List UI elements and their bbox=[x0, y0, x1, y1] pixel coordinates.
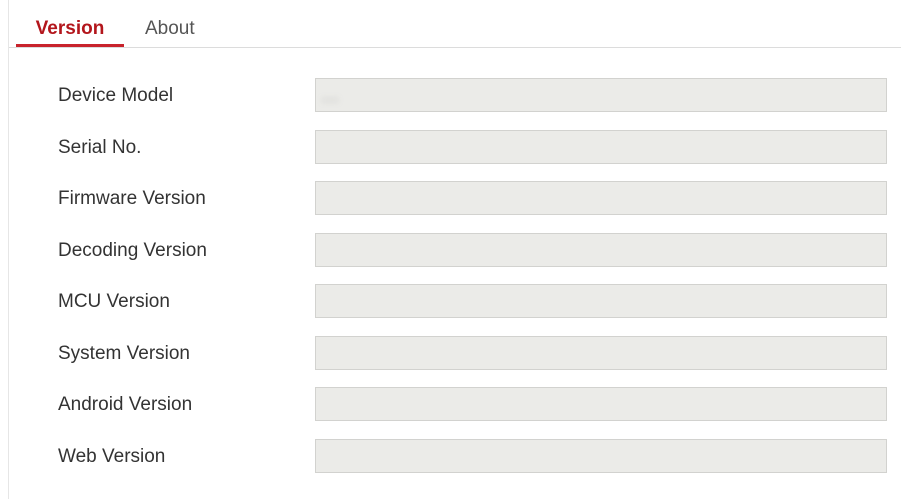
firmware-version-row: Firmware Version bbox=[9, 179, 901, 219]
decoding-version-field bbox=[315, 233, 887, 267]
device-model-value: ... bbox=[322, 86, 340, 105]
tab-version-label: Version bbox=[35, 18, 105, 39]
system-version-row: System Version bbox=[9, 334, 901, 374]
web-version-row: Web Version bbox=[9, 437, 901, 477]
firmware-version-label: Firmware Version bbox=[58, 188, 206, 209]
decoding-version-row: Decoding Version bbox=[9, 231, 901, 271]
android-version-field bbox=[315, 387, 887, 421]
firmware-version-field bbox=[315, 181, 887, 215]
tab-about-label: About bbox=[145, 18, 195, 39]
serial-no-label: Serial No. bbox=[58, 137, 142, 158]
web-version-label: Web Version bbox=[58, 446, 166, 467]
decoding-version-label: Decoding Version bbox=[58, 240, 207, 261]
serial-no-field bbox=[315, 130, 887, 164]
web-version-field bbox=[315, 439, 887, 473]
android-version-label: Android Version bbox=[58, 394, 193, 415]
tab-about[interactable]: About bbox=[145, 12, 195, 46]
device-model-row: Device Model ... bbox=[9, 76, 901, 116]
device-model-label: Device Model bbox=[58, 85, 174, 106]
android-version-row: Android Version bbox=[9, 385, 901, 425]
mcu-version-label: MCU Version bbox=[58, 291, 170, 312]
system-version-field bbox=[315, 336, 887, 370]
serial-no-row: Serial No. bbox=[9, 128, 901, 168]
device-model-field: ... bbox=[315, 78, 887, 112]
version-info-panel: Version About Device Model ... Serial No… bbox=[8, 0, 901, 499]
mcu-version-row: MCU Version bbox=[9, 282, 901, 322]
system-version-label: System Version bbox=[58, 343, 190, 364]
active-tab-indicator bbox=[16, 44, 124, 47]
mcu-version-field bbox=[315, 284, 887, 318]
tab-version[interactable]: Version bbox=[16, 12, 124, 47]
tab-bar: Version About bbox=[9, 0, 901, 48]
